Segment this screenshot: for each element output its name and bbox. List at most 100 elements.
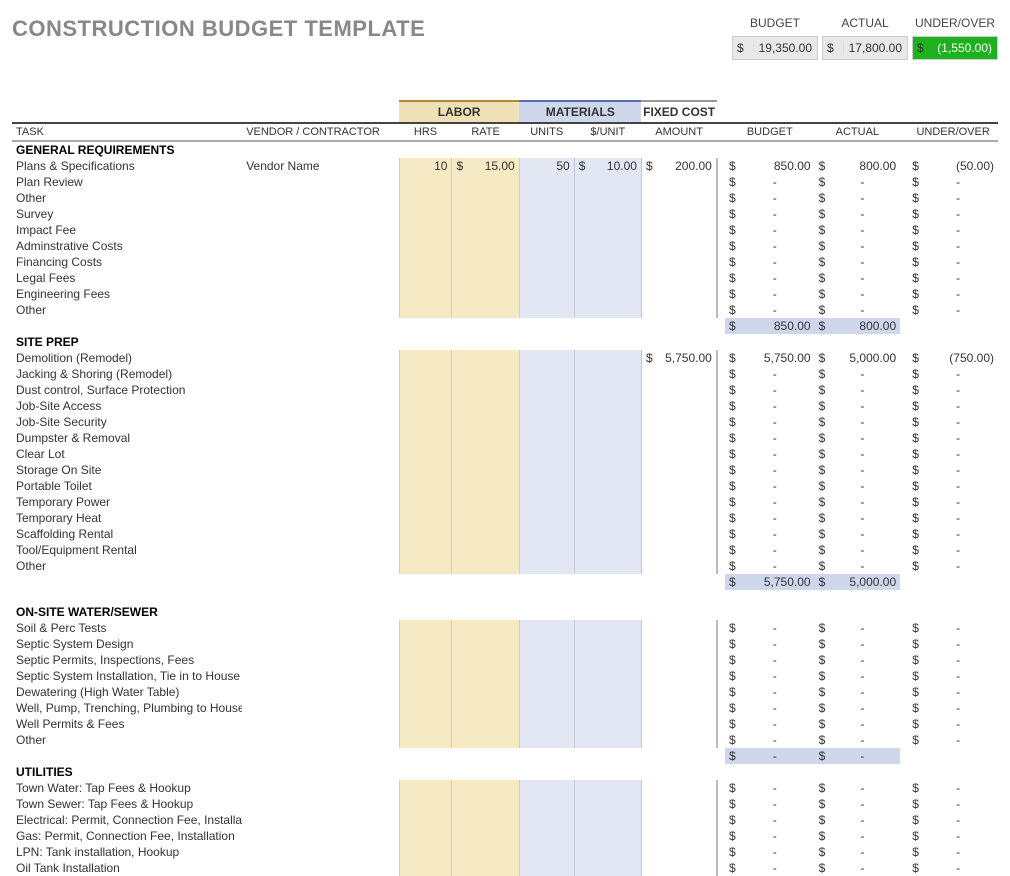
vendor-cell[interactable] xyxy=(242,732,399,748)
hrs-cell[interactable] xyxy=(399,430,452,446)
punit-cell[interactable] xyxy=(574,254,641,270)
vendor-cell[interactable] xyxy=(242,636,399,652)
amount-cell[interactable] xyxy=(641,828,716,844)
hrs-cell[interactable] xyxy=(399,302,452,318)
vendor-cell[interactable] xyxy=(242,414,399,430)
hrs-cell[interactable] xyxy=(399,860,452,876)
amount-cell[interactable] xyxy=(641,430,716,446)
rate-cell[interactable] xyxy=(452,668,519,684)
budget-table[interactable]: LABOR MATERIALS FIXED COST TASK VENDOR /… xyxy=(12,100,998,876)
hrs-cell[interactable] xyxy=(399,286,452,302)
amount-cell[interactable] xyxy=(641,844,716,860)
units-cell[interactable] xyxy=(519,860,574,876)
hrs-cell[interactable] xyxy=(399,222,452,238)
hrs-cell[interactable] xyxy=(399,526,452,542)
vendor-cell[interactable] xyxy=(242,382,399,398)
table-row[interactable]: Other--- xyxy=(12,302,998,318)
punit-cell[interactable] xyxy=(574,494,641,510)
rate-cell[interactable] xyxy=(452,254,519,270)
units-cell[interactable] xyxy=(519,366,574,382)
task-cell[interactable]: Clear Lot xyxy=(12,446,242,462)
punit-cell[interactable] xyxy=(574,526,641,542)
task-cell[interactable]: Portable Toilet xyxy=(12,478,242,494)
amount-cell[interactable] xyxy=(641,796,716,812)
task-cell[interactable]: Dust control, Surface Protection xyxy=(12,382,242,398)
punit-cell[interactable] xyxy=(574,780,641,796)
units-cell[interactable] xyxy=(519,350,574,366)
hrs-cell[interactable] xyxy=(399,558,452,574)
rate-cell[interactable] xyxy=(452,812,519,828)
task-cell[interactable]: Scaffolding Rental xyxy=(12,526,242,542)
task-cell[interactable]: Temporary Power xyxy=(12,494,242,510)
vendor-cell[interactable] xyxy=(242,286,399,302)
hrs-cell[interactable] xyxy=(399,812,452,828)
units-cell[interactable] xyxy=(519,238,574,254)
punit-cell[interactable] xyxy=(574,222,641,238)
units-cell[interactable] xyxy=(519,286,574,302)
hrs-cell[interactable]: 10 xyxy=(399,158,452,174)
punit-cell[interactable] xyxy=(574,446,641,462)
amount-cell[interactable] xyxy=(641,382,716,398)
table-row[interactable]: Plan Review--- xyxy=(12,174,998,190)
rate-cell[interactable] xyxy=(452,350,519,366)
table-row[interactable]: Survey--- xyxy=(12,206,998,222)
rate-cell[interactable] xyxy=(452,542,519,558)
task-cell[interactable]: Well, Pump, Trenching, Plumbing to House xyxy=(12,700,242,716)
hrs-cell[interactable] xyxy=(399,414,452,430)
punit-cell[interactable] xyxy=(574,542,641,558)
amount-cell[interactable] xyxy=(641,542,716,558)
punit-cell[interactable] xyxy=(574,558,641,574)
table-row[interactable]: Adminstrative Costs--- xyxy=(12,238,998,254)
table-row[interactable]: Clear Lot--- xyxy=(12,446,998,462)
rate-cell[interactable] xyxy=(452,796,519,812)
punit-cell[interactable] xyxy=(574,700,641,716)
punit-cell[interactable] xyxy=(574,206,641,222)
rate-cell[interactable] xyxy=(452,510,519,526)
punit-cell[interactable] xyxy=(574,430,641,446)
table-row[interactable]: Job-Site Access--- xyxy=(12,398,998,414)
rate-cell[interactable] xyxy=(452,636,519,652)
table-row[interactable]: Dumpster & Removal--- xyxy=(12,430,998,446)
hrs-cell[interactable] xyxy=(399,668,452,684)
punit-cell[interactable] xyxy=(574,190,641,206)
rate-cell[interactable] xyxy=(452,860,519,876)
vendor-cell[interactable] xyxy=(242,302,399,318)
vendor-cell[interactable]: Vendor Name xyxy=(242,158,399,174)
hrs-cell[interactable] xyxy=(399,254,452,270)
rate-cell[interactable] xyxy=(452,684,519,700)
vendor-cell[interactable] xyxy=(242,446,399,462)
rate-cell[interactable] xyxy=(452,302,519,318)
amount-cell[interactable] xyxy=(641,494,716,510)
table-row[interactable]: Town Water: Tap Fees & Hookup--- xyxy=(12,780,998,796)
hrs-cell[interactable] xyxy=(399,844,452,860)
punit-cell[interactable] xyxy=(574,302,641,318)
hrs-cell[interactable] xyxy=(399,620,452,636)
rate-cell[interactable] xyxy=(452,700,519,716)
units-cell[interactable] xyxy=(519,254,574,270)
amount-cell[interactable] xyxy=(641,446,716,462)
task-cell[interactable]: Septic System Design xyxy=(12,636,242,652)
rate-cell[interactable] xyxy=(452,462,519,478)
hrs-cell[interactable] xyxy=(399,828,452,844)
rate-cell[interactable] xyxy=(452,732,519,748)
vendor-cell[interactable] xyxy=(242,174,399,190)
units-cell[interactable] xyxy=(519,430,574,446)
units-cell[interactable] xyxy=(519,780,574,796)
vendor-cell[interactable] xyxy=(242,620,399,636)
vendor-cell[interactable] xyxy=(242,558,399,574)
units-cell[interactable] xyxy=(519,652,574,668)
hrs-cell[interactable] xyxy=(399,238,452,254)
rate-cell[interactable] xyxy=(452,828,519,844)
hrs-cell[interactable] xyxy=(399,462,452,478)
hrs-cell[interactable] xyxy=(399,446,452,462)
units-cell[interactable] xyxy=(519,174,574,190)
rate-cell[interactable] xyxy=(452,382,519,398)
punit-cell[interactable] xyxy=(574,844,641,860)
amount-cell[interactable] xyxy=(641,668,716,684)
table-row[interactable]: Jacking & Shoring (Remodel)--- xyxy=(12,366,998,382)
amount-cell[interactable] xyxy=(641,398,716,414)
rate-cell[interactable] xyxy=(452,716,519,732)
amount-cell[interactable] xyxy=(641,462,716,478)
punit-cell[interactable] xyxy=(574,270,641,286)
amount-cell[interactable] xyxy=(641,206,716,222)
